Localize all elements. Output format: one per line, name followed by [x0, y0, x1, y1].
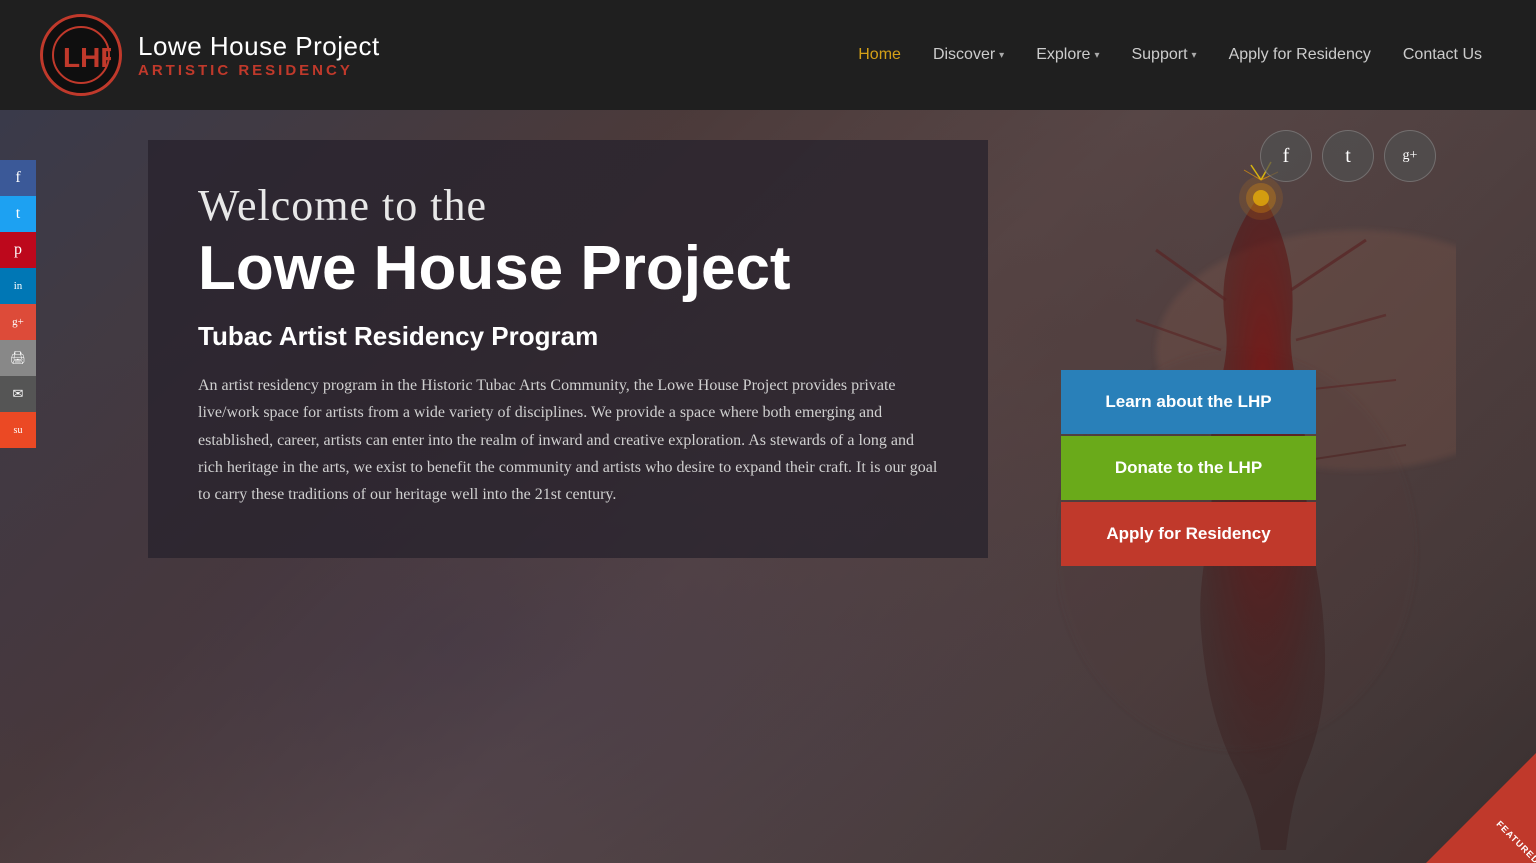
- nav-item-discover[interactable]: Discover ▾: [919, 38, 1018, 72]
- sidebar-twitter-button[interactable]: t: [0, 196, 36, 232]
- discover-dropdown-arrow: ▾: [999, 50, 1004, 61]
- welcome-heading: Welcome to the: [198, 180, 938, 231]
- hero-googleplus-icon[interactable]: g+: [1384, 130, 1436, 182]
- svg-text:LHP: LHP: [63, 42, 111, 73]
- donate-to-lhp-button[interactable]: Donate to the LHP: [1061, 436, 1316, 500]
- sidebar-pinterest-button[interactable]: p: [0, 232, 36, 268]
- featured-text: FEATURED: [1494, 819, 1536, 863]
- sidebar-email-button[interactable]: ✉: [0, 376, 36, 412]
- sidebar-googleplus-button[interactable]: g+: [0, 304, 36, 340]
- main-nav: Home Discover ▾ Explore ▾ Support ▾ Appl…: [844, 38, 1496, 72]
- logo-text: Lowe House Project ARTISTIC RESIDENCY: [138, 31, 380, 79]
- nav-item-apply[interactable]: Apply for Residency: [1215, 38, 1385, 72]
- sidebar-linkedin-button[interactable]: in: [0, 268, 36, 304]
- project-title: Lowe House Project: [198, 235, 938, 303]
- hero-section: f t p in g+ 🖨 ✉ su f t g+ Welcome to the…: [0, 110, 1536, 863]
- learn-about-lhp-button[interactable]: Learn about the LHP: [1061, 370, 1316, 434]
- cta-buttons-area: Learn about the LHP Donate to the LHP Ap…: [1061, 370, 1316, 566]
- sidebar-facebook-button[interactable]: f: [0, 160, 36, 196]
- nav-item-explore[interactable]: Explore ▾: [1022, 38, 1113, 72]
- social-sidebar: f t p in g+ 🖨 ✉ su: [0, 160, 36, 448]
- sidebar-stumbleupon-button[interactable]: su: [0, 412, 36, 448]
- hero-facebook-icon[interactable]: f: [1260, 130, 1312, 182]
- logo-area: LHP Lowe House Project ARTISTIC RESIDENC…: [40, 14, 380, 96]
- header: LHP Lowe House Project ARTISTIC RESIDENC…: [0, 0, 1536, 110]
- program-subtitle: Tubac Artist Residency Program: [198, 321, 938, 352]
- support-dropdown-arrow: ▾: [1192, 50, 1197, 61]
- hero-content-box: Welcome to the Lowe House Project Tubac …: [148, 140, 988, 558]
- hero-twitter-icon[interactable]: t: [1322, 130, 1374, 182]
- nav-item-home[interactable]: Home: [844, 38, 915, 72]
- nav-item-support[interactable]: Support ▾: [1117, 38, 1210, 72]
- hero-description: An artist residency program in the Histo…: [198, 372, 938, 508]
- hero-social-icons: f t g+: [1260, 130, 1436, 182]
- logo-title: Lowe House Project: [138, 31, 380, 62]
- apply-for-residency-button[interactable]: Apply for Residency: [1061, 502, 1316, 566]
- logo-icon: LHP: [40, 14, 122, 96]
- sidebar-print-button[interactable]: 🖨: [0, 340, 36, 376]
- explore-dropdown-arrow: ▾: [1094, 50, 1099, 61]
- logo-subtitle: ARTISTIC RESIDENCY: [138, 62, 380, 79]
- nav-item-contact[interactable]: Contact Us: [1389, 38, 1496, 72]
